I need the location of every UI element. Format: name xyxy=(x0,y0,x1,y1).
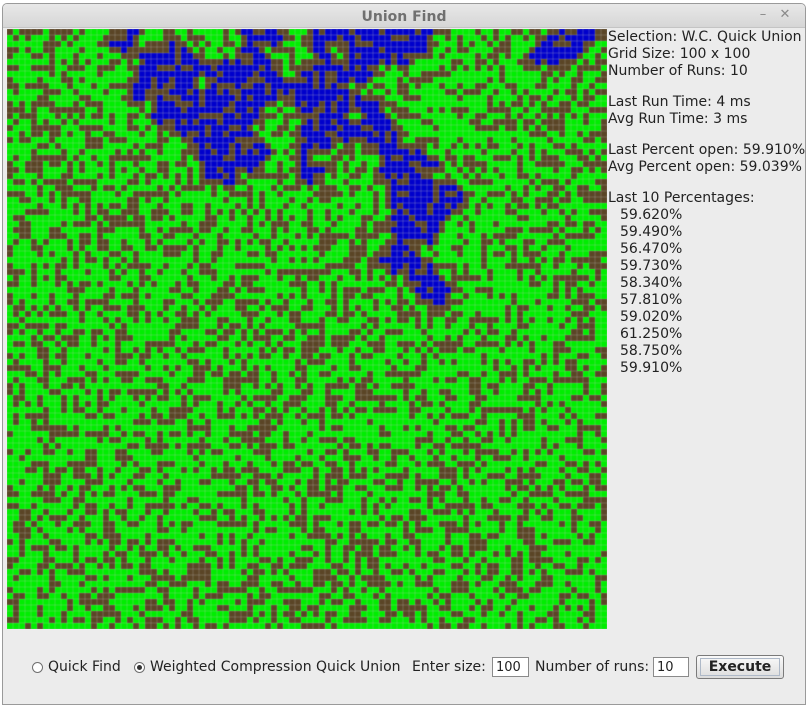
percentage-item: 58.750% xyxy=(620,343,683,359)
grid-size-label: Grid Size: 100 x 100 xyxy=(608,46,751,62)
weighted-quick-union-label: Weighted Compression Quick Union xyxy=(150,659,401,675)
size-input[interactable] xyxy=(492,657,529,677)
avg-run-time-label: Avg Run Time: 3 ms xyxy=(608,111,748,127)
quick-find-radio[interactable]: Quick Find xyxy=(32,655,121,679)
percentage-item: 59.490% xyxy=(620,224,683,240)
last-percent-open-label: Last Percent open: 59.910% xyxy=(608,142,806,158)
number-of-runs-label: Number of Runs: 10 xyxy=(608,63,748,79)
percentage-item: 58.340% xyxy=(620,275,683,291)
quick-find-label: Quick Find xyxy=(48,659,121,675)
window-title: Union Find xyxy=(361,9,447,25)
percentage-item: 59.020% xyxy=(620,309,683,325)
close-icon[interactable]: ✕ xyxy=(777,7,793,23)
control-bar: Quick Find Weighted Compression Quick Un… xyxy=(3,655,805,679)
runs-input[interactable] xyxy=(653,657,689,677)
percentage-item: 57.810% xyxy=(620,292,683,308)
minimize-icon[interactable]: – xyxy=(755,7,771,23)
percentage-item: 59.910% xyxy=(620,360,683,376)
size-label: Enter size: xyxy=(412,659,486,675)
execute-button[interactable]: Execute xyxy=(696,655,784,679)
last-run-time-label: Last Run Time: 4 ms xyxy=(608,94,751,110)
percentage-item: 59.620% xyxy=(620,207,683,223)
runs-label: Number of runs: xyxy=(535,659,650,675)
percentage-item: 56.470% xyxy=(620,241,683,257)
stats-panel: Selection: W.C. Quick Union Grid Size: 1… xyxy=(608,29,806,377)
percentage-item: 61.250% xyxy=(620,326,683,342)
percolation-grid xyxy=(7,29,607,629)
title-bar: Union Find – ✕ xyxy=(3,4,805,28)
selection-label: Selection: W.C. Quick Union xyxy=(608,29,802,45)
weighted-quick-union-radio[interactable]: Weighted Compression Quick Union xyxy=(134,655,401,679)
execute-button-label: Execute xyxy=(699,658,781,676)
avg-percent-open-label: Avg Percent open: 59.039% xyxy=(608,159,802,175)
percolation-grid-canvas xyxy=(7,29,607,629)
last-percentages-header: Last 10 Percentages: xyxy=(608,190,755,206)
radio-selected-icon[interactable] xyxy=(134,661,145,673)
app-window: Union Find – ✕ Selection: W.C. Quick Uni… xyxy=(2,3,806,705)
radio-icon[interactable] xyxy=(32,661,43,673)
percentage-item: 59.730% xyxy=(620,258,683,274)
